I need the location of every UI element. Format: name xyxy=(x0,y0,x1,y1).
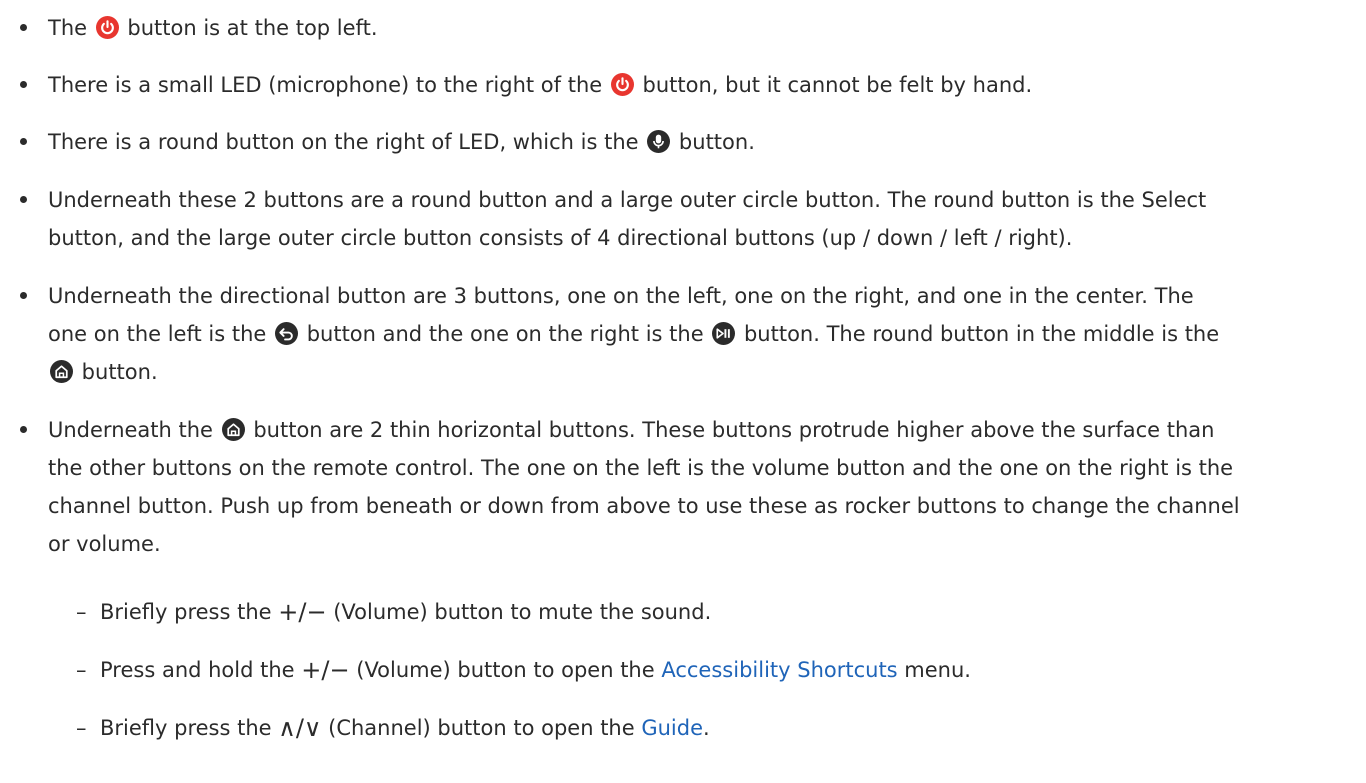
text-fragment: . xyxy=(703,716,710,740)
text-fragment: button. xyxy=(75,360,158,384)
bullet-line: button, and the large outer circle butto… xyxy=(48,222,1072,254)
text-fragment: button. The round button in the middle i… xyxy=(737,322,1220,346)
text-fragment: Press and hold the xyxy=(100,658,302,682)
text-fragment: channel button. Push up from beneath or … xyxy=(48,494,1240,518)
sub-bullet-item: Briefly press the ∧/∨ (Channel) button t… xyxy=(100,712,710,744)
text-fragment: There is a round button on the right of … xyxy=(48,130,646,154)
return-icon xyxy=(275,322,299,345)
text-fragment: Briefly press the xyxy=(100,600,279,624)
instruction-document: The button is at the top left. There is a… xyxy=(0,0,1366,783)
bullet-line: the other buttons on the remote control.… xyxy=(48,452,1233,484)
bullet-dot xyxy=(20,24,27,31)
text-fragment: button and the one on the right is the xyxy=(300,322,711,346)
text-fragment: button, but it cannot be felt by hand. xyxy=(635,73,1033,97)
bullet-dot xyxy=(20,196,27,203)
bullet-dot xyxy=(20,81,27,88)
text-fragment: (Channel) button to open the xyxy=(321,716,642,740)
bullet-dot xyxy=(20,426,27,433)
bullet-line: Underneath these 2 buttons are a round b… xyxy=(48,184,1206,216)
bullet-dot xyxy=(20,292,27,299)
bullet-line: button. xyxy=(48,356,158,388)
home-icon xyxy=(221,418,245,441)
text-fragment: The xyxy=(48,16,94,40)
bullet-line: There is a small LED (microphone) to the… xyxy=(48,69,1032,101)
power-icon xyxy=(610,73,634,96)
text-fragment: Underneath these 2 buttons are a round b… xyxy=(48,188,1207,212)
text-fragment: one on the left is the xyxy=(48,322,274,346)
sub-bullet-item: Briefly press the +/− (Volume) button to… xyxy=(100,596,711,628)
menu-link-accessibility-shortcuts[interactable]: Accessibility Shortcuts xyxy=(661,658,897,682)
sub-bullet-item: Press and hold the +/− (Volume) button t… xyxy=(100,654,971,686)
bullet-line: or volume. xyxy=(48,528,161,560)
button-symbol: ∧/∨ xyxy=(278,714,322,742)
text-fragment: (Volume) button to mute the sound. xyxy=(326,600,712,624)
home-icon xyxy=(50,360,73,383)
play-pause-icon xyxy=(712,322,736,345)
text-fragment: (Volume) button to open the xyxy=(349,658,662,682)
text-fragment: menu. xyxy=(897,658,971,682)
text-fragment: button. xyxy=(672,130,755,154)
bullet-dot xyxy=(20,138,27,145)
bullet-line: channel button. Push up from beneath or … xyxy=(48,490,1240,522)
microphone-icon xyxy=(647,130,671,153)
text-fragment: Underneath the directional button are 3 … xyxy=(48,284,1194,308)
sub-bullet-dash: – xyxy=(76,716,87,740)
bullet-line: Underneath the directional button are 3 … xyxy=(48,280,1194,312)
button-symbol: +/− xyxy=(278,598,327,626)
text-fragment: the other buttons on the remote control.… xyxy=(48,456,1234,480)
bullet-line: Underneath the button are 2 thin horizon… xyxy=(48,414,1214,446)
power-icon xyxy=(95,16,119,39)
sub-bullet-dash: – xyxy=(76,600,87,624)
bullet-line: There is a round button on the right of … xyxy=(48,126,755,158)
text-fragment: Underneath the xyxy=(48,418,220,442)
text-fragment: There is a small LED (microphone) to the… xyxy=(48,73,609,97)
text-fragment: button is at the top left. xyxy=(120,16,378,40)
button-symbol: +/− xyxy=(301,656,350,684)
menu-link-guide[interactable]: Guide xyxy=(641,716,703,740)
text-fragment: Briefly press the xyxy=(100,716,279,740)
text-fragment: or volume. xyxy=(48,532,161,556)
bullet-line: one on the left is the button and the on… xyxy=(48,318,1219,350)
text-fragment: button are 2 thin horizontal buttons. Th… xyxy=(246,418,1215,442)
text-fragment: button, and the large outer circle butto… xyxy=(48,226,1073,250)
bullet-line: The button is at the top left. xyxy=(48,12,378,44)
sub-bullet-dash: – xyxy=(76,658,87,682)
